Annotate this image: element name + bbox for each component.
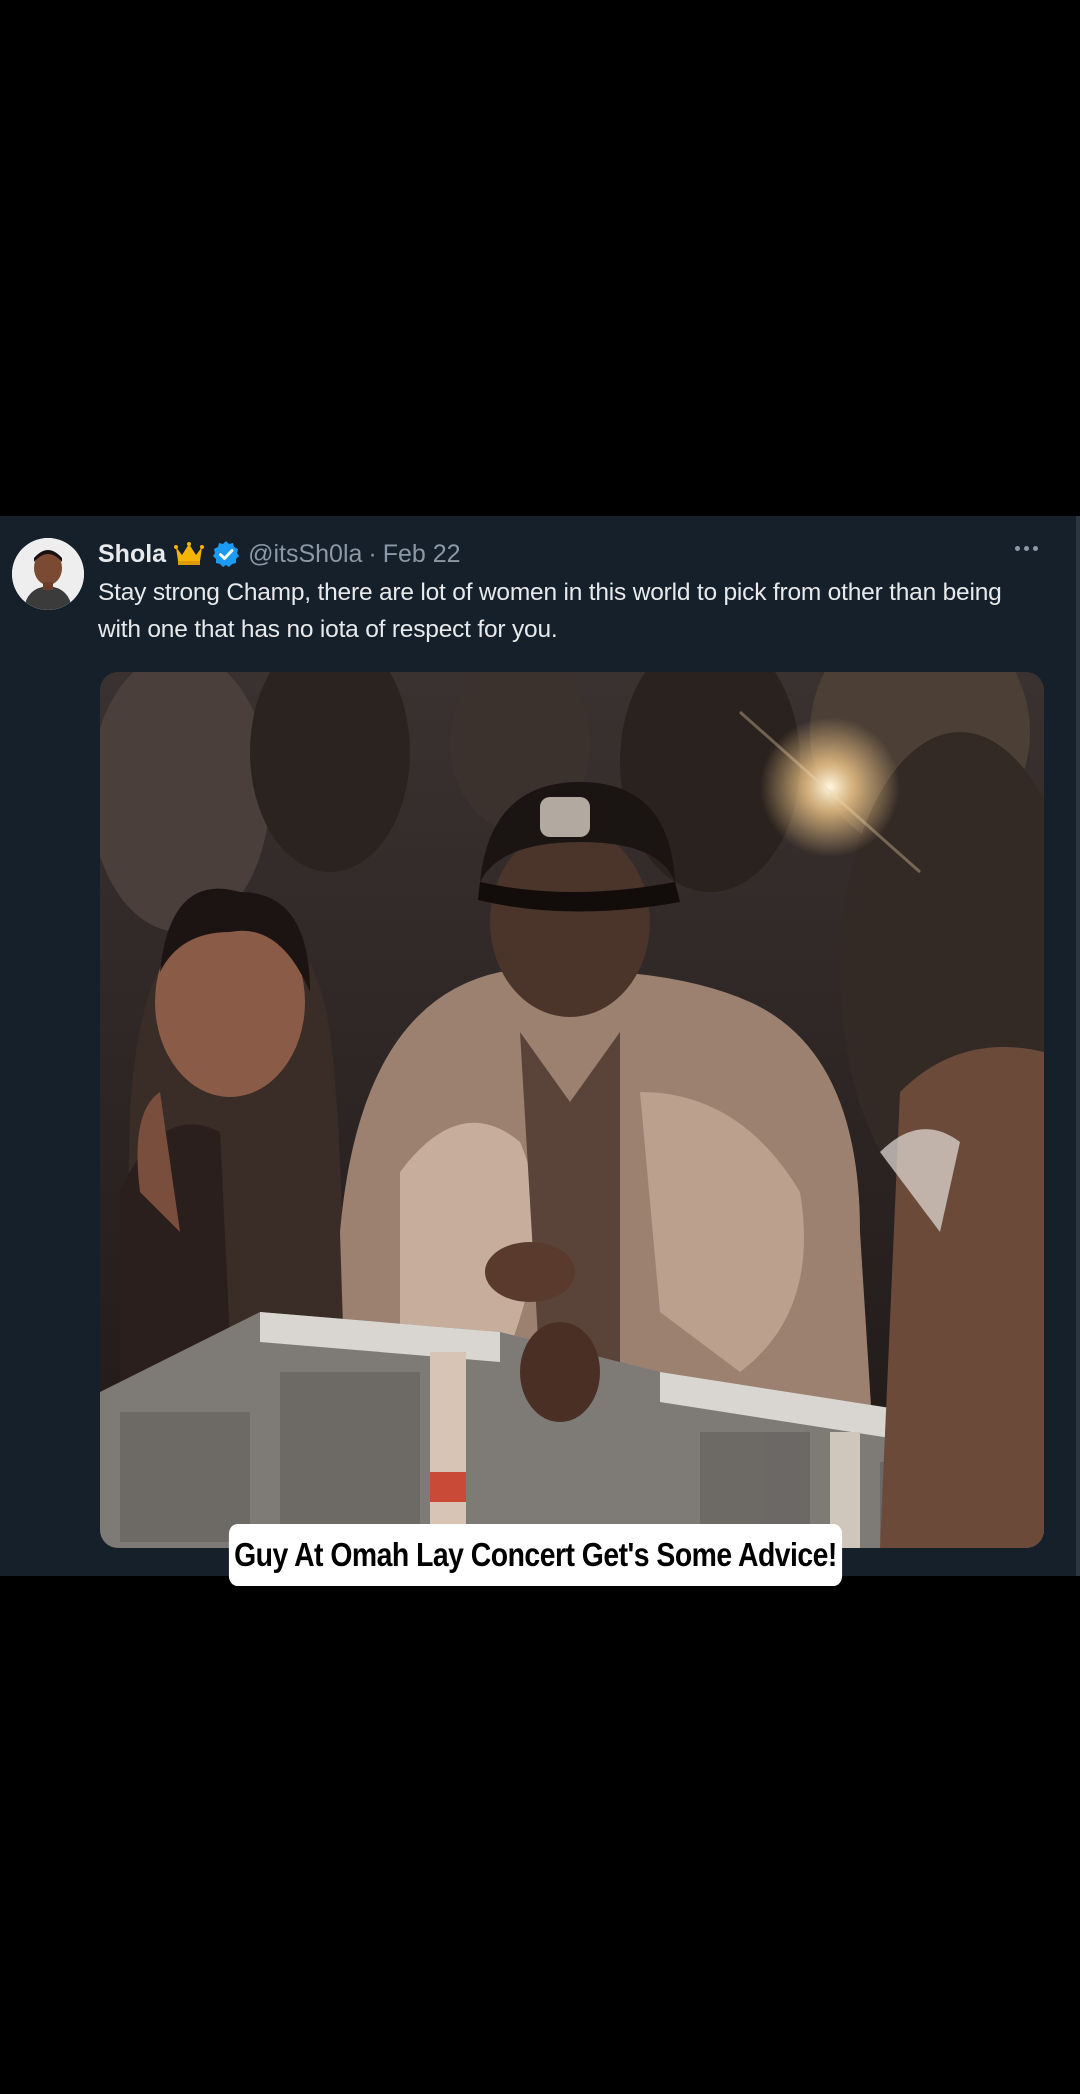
tweet-media[interactable] (100, 672, 1044, 1548)
crown-icon (174, 541, 205, 567)
avatar[interactable] (12, 538, 84, 610)
video-caption: Guy At Omah Lay Concert Get's Some Advic… (228, 1524, 843, 1586)
verified-icon (212, 540, 240, 568)
separator: · (368, 539, 377, 568)
tweet-text: Stay strong Champ, there are lot of wome… (98, 579, 1002, 643)
tweet-date[interactable]: Feb 22 (383, 540, 461, 569)
handle[interactable]: @itsSh0la (248, 540, 362, 569)
avatar-image (12, 538, 84, 610)
tweet-card[interactable]: Shola @itsSh0la · Feb 22 Stay strong Cha… (0, 516, 1080, 1576)
tweet-header: Shola @itsSh0la · Feb 22 (98, 534, 461, 574)
concert-photo (100, 672, 1044, 1548)
more-icon[interactable] (1015, 546, 1038, 551)
display-name[interactable]: Shola (98, 540, 166, 569)
